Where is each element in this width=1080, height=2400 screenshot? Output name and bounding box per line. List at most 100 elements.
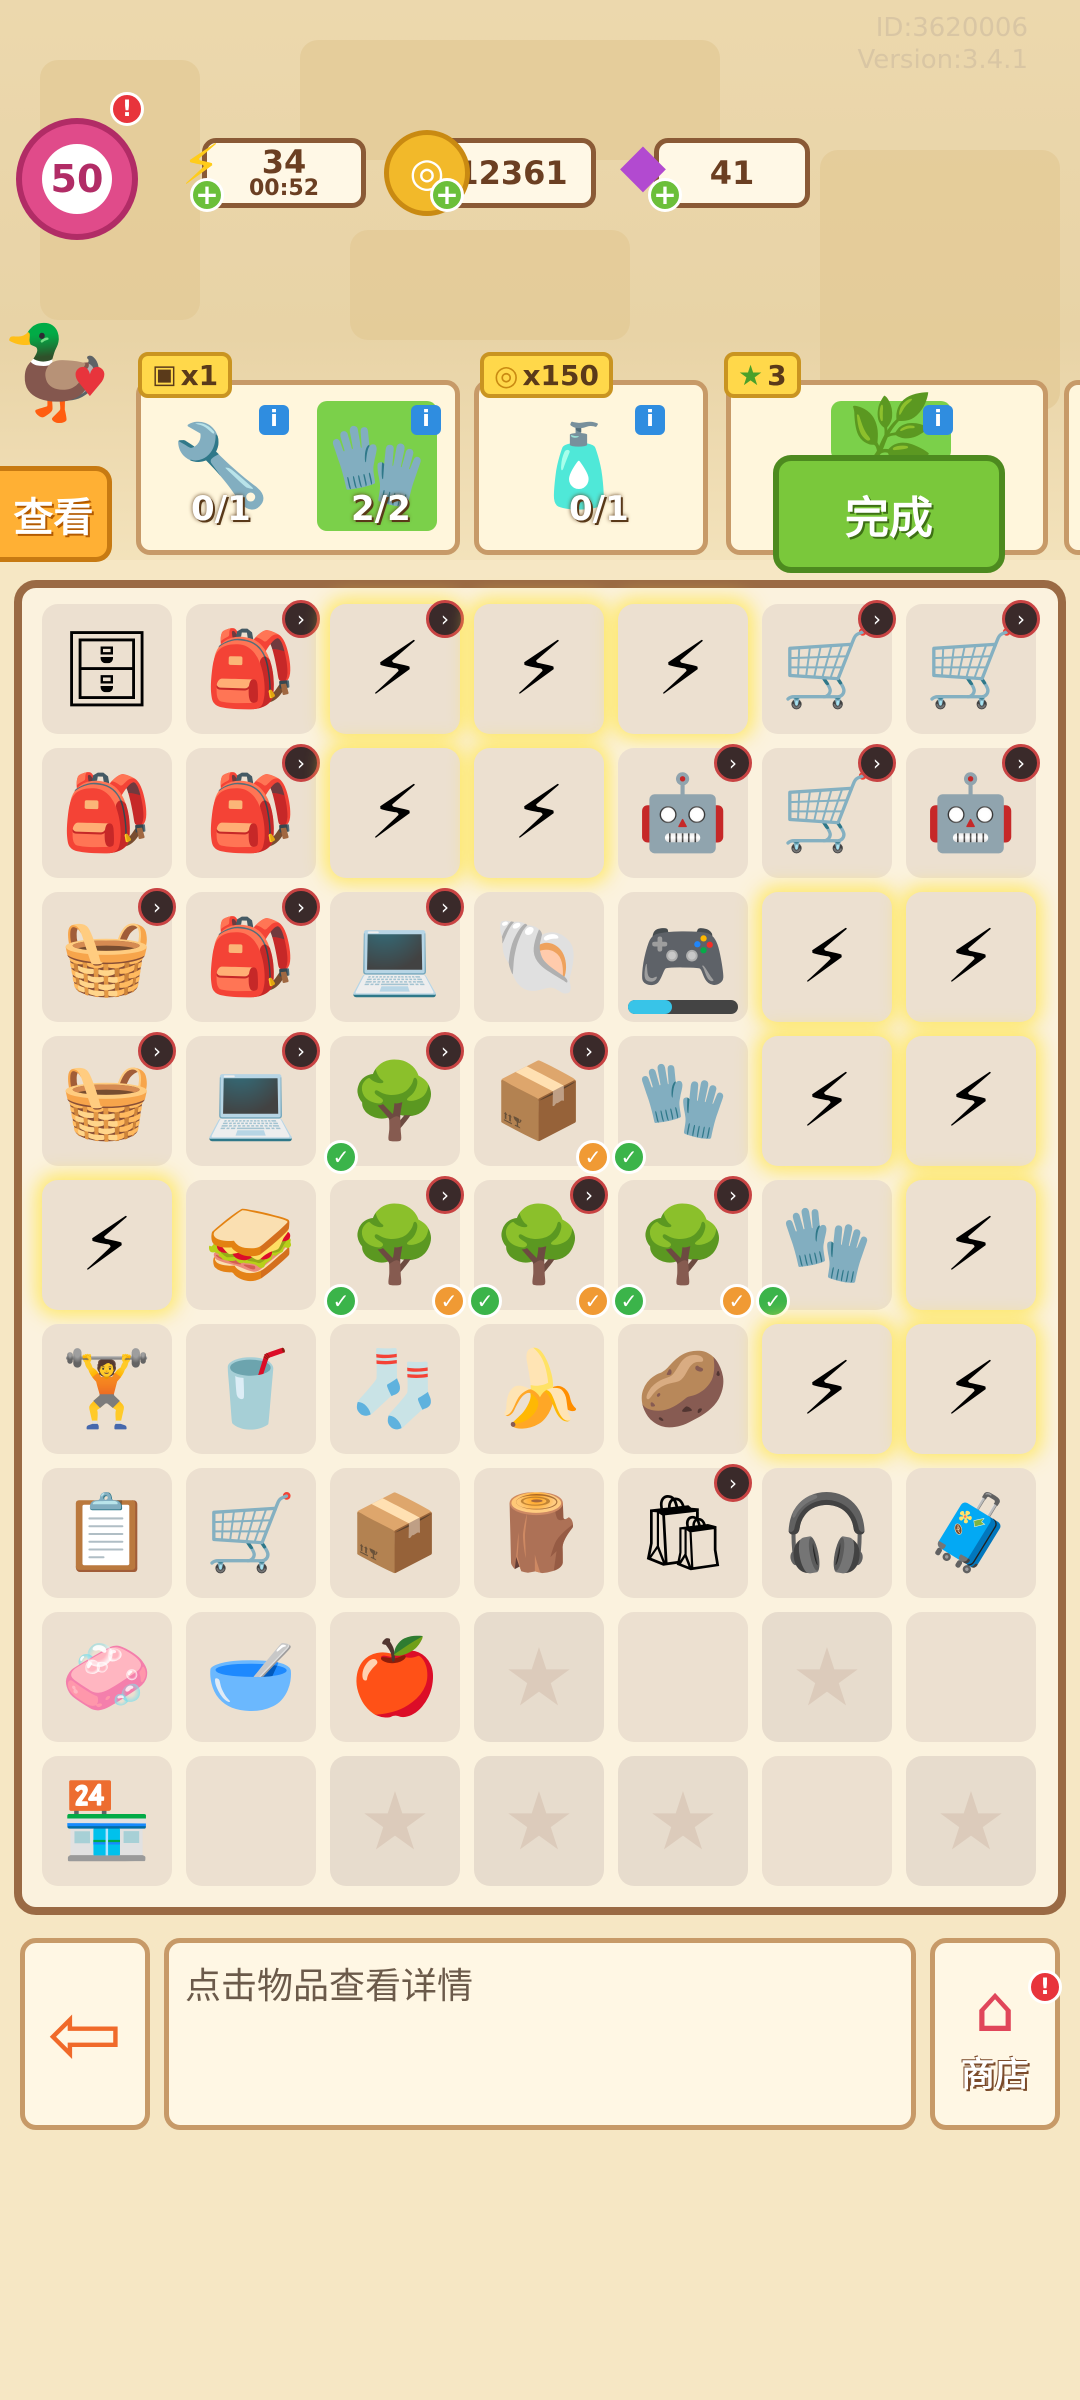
board-cell[interactable]: ★ (906, 1756, 1036, 1886)
board-item-icon: 🎮 (636, 913, 730, 1000)
board-cell[interactable]: ⚡ (906, 1180, 1036, 1310)
board-cell[interactable]: ★ (330, 1756, 460, 1886)
board-cell[interactable]: ⚡ (330, 748, 460, 878)
generator-badge-icon: › (570, 1032, 608, 1070)
board-cell[interactable]: 🧤 ✓ (612, 1036, 748, 1174)
board-cell[interactable] (762, 1756, 892, 1886)
board-cell[interactable]: 🥣 (186, 1612, 316, 1742)
character-duck-icon[interactable]: 🦆 (0, 320, 112, 470)
board-cell[interactable]: 📦 › ✓ (474, 1032, 610, 1174)
board-cell[interactable]: 🧼 (42, 1612, 172, 1742)
board-cell[interactable]: 🌳 › ✓ ✓ (324, 1176, 466, 1318)
board-item-icon: 🍎 (348, 1633, 442, 1720)
quest-card-1[interactable]: 🔧 0/1 🧤 2/2 i i (136, 380, 460, 555)
board-cell[interactable]: 🛒 (186, 1468, 316, 1598)
board-cell[interactable]: 🥔 (618, 1324, 748, 1454)
quest-1-reward-tag: ▣ x1 (138, 352, 233, 398)
board-item-icon: 🍌 (492, 1345, 586, 1432)
info-icon[interactable]: i (259, 405, 289, 435)
board-item-icon: 🎒 (204, 769, 298, 856)
board-cell[interactable]: 🧤 ✓ (756, 1180, 892, 1318)
board-cell[interactable]: ★ (618, 1756, 748, 1886)
board-cell[interactable]: ⚡ (762, 1324, 892, 1454)
board-cell[interactable]: 🍎 (330, 1612, 460, 1742)
board-cell[interactable]: 🥤 (186, 1324, 316, 1454)
board-cell[interactable]: ⚡ (762, 892, 892, 1022)
add-energy-icon[interactable]: + (190, 178, 224, 212)
board-cell[interactable]: 🧺 › (42, 888, 176, 1022)
exit-button[interactable]: ⇦ (20, 1938, 150, 2130)
complete-button[interactable]: 完成 (773, 455, 1005, 573)
board-item-icon: 🌳 (492, 1201, 586, 1288)
board-cell[interactable]: 🏪 (42, 1756, 172, 1886)
board-cell[interactable]: 📋 (42, 1468, 172, 1598)
board-item-icon: ⚡ (945, 1058, 997, 1144)
add-coins-icon[interactable]: + (430, 178, 464, 212)
board-cell[interactable]: ⚡ (474, 604, 604, 734)
board-cell[interactable]: 🛒 › (762, 600, 896, 734)
checkmark-icon: ✓ (612, 1284, 646, 1318)
info-icon[interactable]: i (923, 405, 953, 435)
add-gems-icon[interactable]: + (648, 178, 682, 212)
board-item-icon: 🛒 (924, 625, 1018, 712)
board-cell[interactable]: ★ (762, 1612, 892, 1742)
locked-star-icon: ★ (647, 1774, 719, 1868)
shop-button[interactable]: ⌂ 商店 (930, 1938, 1060, 2130)
board-cell[interactable]: ★ (474, 1612, 604, 1742)
board-cell[interactable]: ⚡ (906, 1036, 1036, 1166)
board-cell[interactable]: 🌳 › ✓ ✓ (468, 1176, 610, 1318)
board-cell[interactable]: 🎧 (762, 1468, 892, 1598)
board-cell[interactable]: 🧳 (906, 1468, 1036, 1598)
board-cell[interactable]: 🏋 (42, 1324, 172, 1454)
board-cell[interactable]: ★ (474, 1756, 604, 1886)
board-cell[interactable]: ⚡ › (330, 600, 464, 734)
board-item-icon: ⚡ (945, 1202, 997, 1288)
board-item-icon: ⚡ (801, 1058, 853, 1144)
board-cell[interactable]: 💻 › (186, 1032, 320, 1166)
board-cell[interactable]: 🐚 (474, 892, 604, 1022)
board-cell[interactable]: 🌳 › ✓ ✓ (612, 1176, 754, 1318)
quest-card-4-partial[interactable] (1064, 380, 1080, 555)
board-cell[interactable]: 🌳 › ✓ (324, 1032, 464, 1174)
board-cell[interactable]: 🛒 › (906, 600, 1040, 734)
board-cell[interactable]: 📦 (330, 1468, 460, 1598)
board-item-icon: 💻 (348, 913, 442, 1000)
board-cell[interactable]: ⚡ (618, 604, 748, 734)
view-button[interactable]: 查看 (0, 466, 112, 562)
board-cell[interactable]: 💻 › (330, 888, 464, 1022)
board-cell[interactable]: 🧦 (330, 1324, 460, 1454)
board-cell[interactable]: 🎮 (618, 892, 748, 1022)
board-cell[interactable]: 🎒 › (186, 600, 320, 734)
board-cell[interactable]: 🎒 › (186, 744, 320, 878)
board-cell[interactable]: 🥪 (186, 1180, 316, 1310)
generator-badge-icon: › (714, 1176, 752, 1214)
board-cell[interactable]: 🤖 › (618, 744, 752, 878)
board-item-icon: 🤖 (636, 769, 730, 856)
board-cell[interactable]: 🍌 (474, 1324, 604, 1454)
gem-value: 41 (709, 154, 755, 192)
board-cell[interactable]: ⚡ (906, 1324, 1036, 1454)
board-cell[interactable]: 🛒 › (762, 744, 896, 878)
board-cell[interactable]: ⚡ (42, 1180, 172, 1310)
info-icon[interactable]: i (635, 405, 665, 435)
board-cell[interactable]: 🤖 › (906, 744, 1040, 878)
board-cell[interactable]: 🛍 › (618, 1464, 752, 1598)
board-cell[interactable]: 🗄 (42, 604, 172, 734)
quest-card-2[interactable]: 🧴 0/1 i (474, 380, 708, 555)
board-cell[interactable]: 🎒 (42, 748, 172, 878)
board-cell[interactable]: 🎒 › (186, 888, 320, 1022)
board-item-icon: ⚡ (81, 1202, 133, 1288)
generator-badge-icon: › (282, 744, 320, 782)
board-cell[interactable] (906, 1612, 1036, 1742)
shop-icon: ⌂ (974, 1972, 1016, 2047)
board-cell[interactable] (618, 1612, 748, 1742)
board-cell[interactable]: ⚡ (906, 892, 1036, 1022)
board-cell[interactable]: 🪵 (474, 1468, 604, 1598)
info-icon[interactable]: i (411, 405, 441, 435)
board-cell[interactable]: ⚡ (474, 748, 604, 878)
board-cell[interactable] (186, 1756, 316, 1886)
board-cell[interactable]: 🧺 › (42, 1032, 176, 1166)
board-cell[interactable]: ⚡ (762, 1036, 892, 1166)
quest-1-reward: x1 (180, 358, 219, 392)
level-badge[interactable]: 50 (16, 118, 138, 240)
